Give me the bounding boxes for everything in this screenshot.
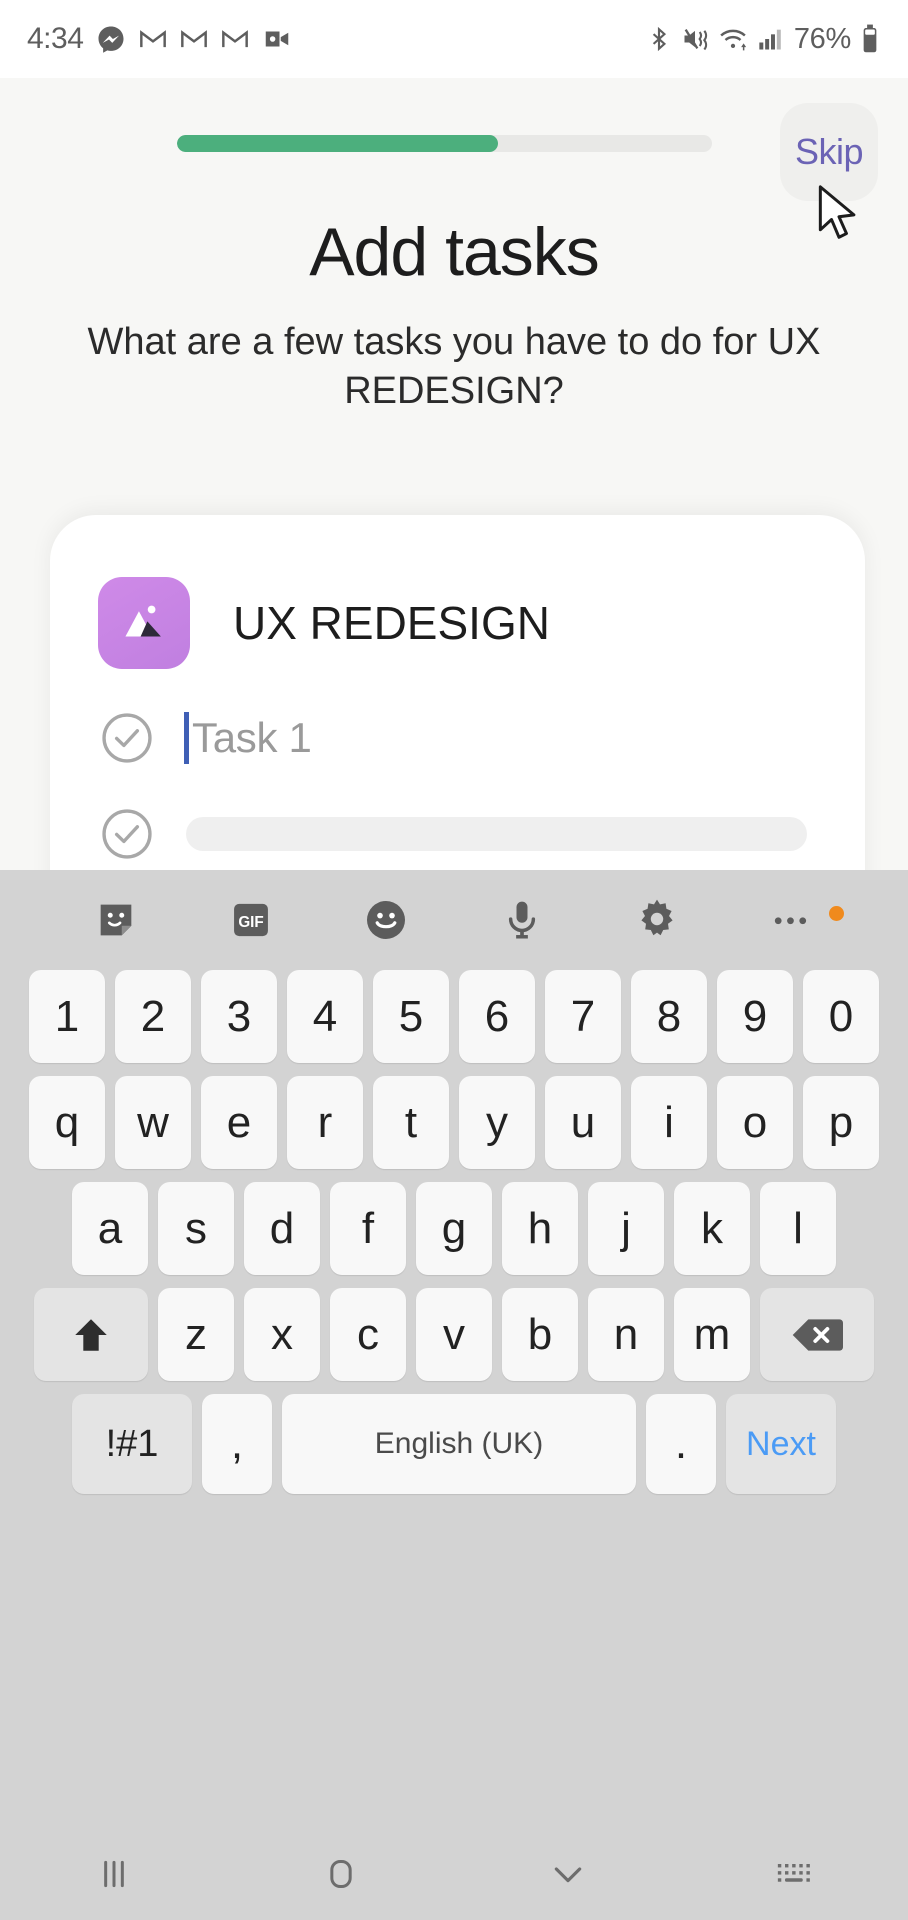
- comma-key[interactable]: ,: [202, 1394, 272, 1494]
- key-e[interactable]: e: [201, 1076, 277, 1169]
- task-placeholder-1: Task 1: [192, 714, 312, 761]
- period-key[interactable]: .: [646, 1394, 716, 1494]
- key-4[interactable]: 4: [287, 970, 363, 1063]
- text-caret: [184, 712, 189, 764]
- status-bar: 4:34 76%: [0, 0, 908, 78]
- key-d[interactable]: d: [244, 1182, 320, 1275]
- onboarding-progress-bar: [177, 135, 712, 152]
- key-3[interactable]: 3: [201, 970, 277, 1063]
- mute-vibrate-icon: [681, 24, 709, 54]
- task-row[interactable]: [50, 807, 865, 861]
- key-r[interactable]: r: [287, 1076, 363, 1169]
- onboarding-header: Skip Add tasks What are a few tasks you …: [0, 78, 908, 518]
- page-subtitle: What are a few tasks you have to do for …: [87, 321, 821, 412]
- mountain-icon: [98, 577, 190, 669]
- keyboard-row-bottom-letters: z x c v b n m: [6, 1288, 902, 1381]
- battery-icon: [860, 24, 880, 54]
- skip-button[interactable]: Skip: [780, 103, 878, 201]
- home-icon[interactable]: [227, 1854, 454, 1894]
- key-j[interactable]: j: [588, 1182, 664, 1275]
- key-w[interactable]: w: [115, 1076, 191, 1169]
- key-l[interactable]: l: [760, 1182, 836, 1275]
- check-circle-icon[interactable]: [100, 807, 154, 861]
- key-9[interactable]: 9: [717, 970, 793, 1063]
- shift-up-arrow-icon[interactable]: [34, 1288, 148, 1381]
- next-key[interactable]: Next: [726, 1394, 836, 1494]
- page-title: Add tasks: [309, 214, 600, 290]
- key-z[interactable]: z: [158, 1288, 234, 1381]
- key-p[interactable]: p: [803, 1076, 879, 1169]
- task-input-2-skeleton[interactable]: [186, 817, 807, 851]
- switch-keyboard-icon[interactable]: [681, 1858, 908, 1890]
- on-screen-keyboard: GIF 1 2 3 4 5 6 7 8 9 0 q w e r t y u i …: [0, 870, 908, 1920]
- status-time: 4:34: [27, 22, 84, 55]
- key-i[interactable]: i: [631, 1076, 707, 1169]
- keyboard-keys: 1 2 3 4 5 6 7 8 9 0 q w e r t y u i o p …: [0, 970, 908, 1494]
- gear-icon[interactable]: [589, 896, 724, 944]
- key-1[interactable]: 1: [29, 970, 105, 1063]
- gmail-icon: [221, 25, 249, 53]
- wifi-icon: [718, 24, 748, 54]
- system-navigation-bar: [0, 1828, 908, 1920]
- gmail-icon: [139, 25, 167, 53]
- svg-text:GIF: GIF: [238, 914, 263, 931]
- backspace-icon[interactable]: [760, 1288, 874, 1381]
- keyboard-row-top: q w e r t y u i o p: [6, 1076, 902, 1169]
- progress-fill: [177, 135, 498, 152]
- key-a[interactable]: a: [72, 1182, 148, 1275]
- battery-percent: 76%: [793, 22, 851, 55]
- gif-icon[interactable]: GIF: [183, 897, 318, 943]
- keyboard-toolbar: GIF: [0, 870, 908, 970]
- key-c[interactable]: c: [330, 1288, 406, 1381]
- key-6[interactable]: 6: [459, 970, 535, 1063]
- key-2[interactable]: 2: [115, 970, 191, 1063]
- key-n[interactable]: n: [588, 1288, 664, 1381]
- keyboard-row-numbers: 1 2 3 4 5 6 7 8 9 0: [6, 970, 902, 1063]
- video-camera-icon: [262, 24, 292, 54]
- recents-icon[interactable]: [0, 1854, 227, 1894]
- key-o[interactable]: o: [717, 1076, 793, 1169]
- key-b[interactable]: b: [502, 1288, 578, 1381]
- key-y[interactable]: y: [459, 1076, 535, 1169]
- progress-row: Skip: [0, 103, 908, 201]
- check-circle-icon[interactable]: [100, 711, 154, 765]
- status-bar-right: 76%: [646, 23, 880, 56]
- key-t[interactable]: t: [373, 1076, 449, 1169]
- key-h[interactable]: h: [502, 1182, 578, 1275]
- key-f[interactable]: f: [330, 1182, 406, 1275]
- task-input-1[interactable]: Task 1: [184, 712, 865, 764]
- project-header: UX REDESIGN: [50, 515, 865, 669]
- cellular-signal-icon: [757, 24, 785, 54]
- hide-keyboard-chevron-icon[interactable]: [454, 1854, 681, 1894]
- skip-button-label: Skip: [794, 131, 864, 172]
- key-g[interactable]: g: [416, 1182, 492, 1275]
- sticker-icon[interactable]: [48, 897, 183, 943]
- messenger-icon: [96, 24, 126, 54]
- task-row[interactable]: Task 1: [50, 711, 865, 765]
- key-0[interactable]: 0: [803, 970, 879, 1063]
- key-q[interactable]: q: [29, 1076, 105, 1169]
- key-m[interactable]: m: [674, 1288, 750, 1381]
- key-s[interactable]: s: [158, 1182, 234, 1275]
- more-options-badge: [828, 906, 844, 921]
- bluetooth-icon: [646, 24, 672, 54]
- key-u[interactable]: u: [545, 1076, 621, 1169]
- project-title: UX REDESIGN: [233, 597, 550, 649]
- phone-screen: 4:34 76% Skip Add tasks What are a few t…: [0, 0, 908, 1920]
- gmail-icon: [180, 25, 208, 53]
- key-k[interactable]: k: [674, 1182, 750, 1275]
- keyboard-row-function: !#1 , English (UK) . Next: [6, 1394, 902, 1494]
- key-5[interactable]: 5: [373, 970, 449, 1063]
- key-x[interactable]: x: [244, 1288, 320, 1381]
- microphone-icon[interactable]: [454, 896, 589, 944]
- keyboard-row-home: a s d f g h j k l: [6, 1182, 902, 1275]
- emoji-icon[interactable]: [319, 896, 454, 944]
- more-options-icon[interactable]: [725, 906, 860, 932]
- key-8[interactable]: 8: [631, 970, 707, 1063]
- symbols-key[interactable]: !#1: [72, 1394, 192, 1494]
- status-bar-left: 4:34: [27, 22, 292, 56]
- space-key[interactable]: English (UK): [282, 1394, 636, 1494]
- key-7[interactable]: 7: [545, 970, 621, 1063]
- key-v[interactable]: v: [416, 1288, 492, 1381]
